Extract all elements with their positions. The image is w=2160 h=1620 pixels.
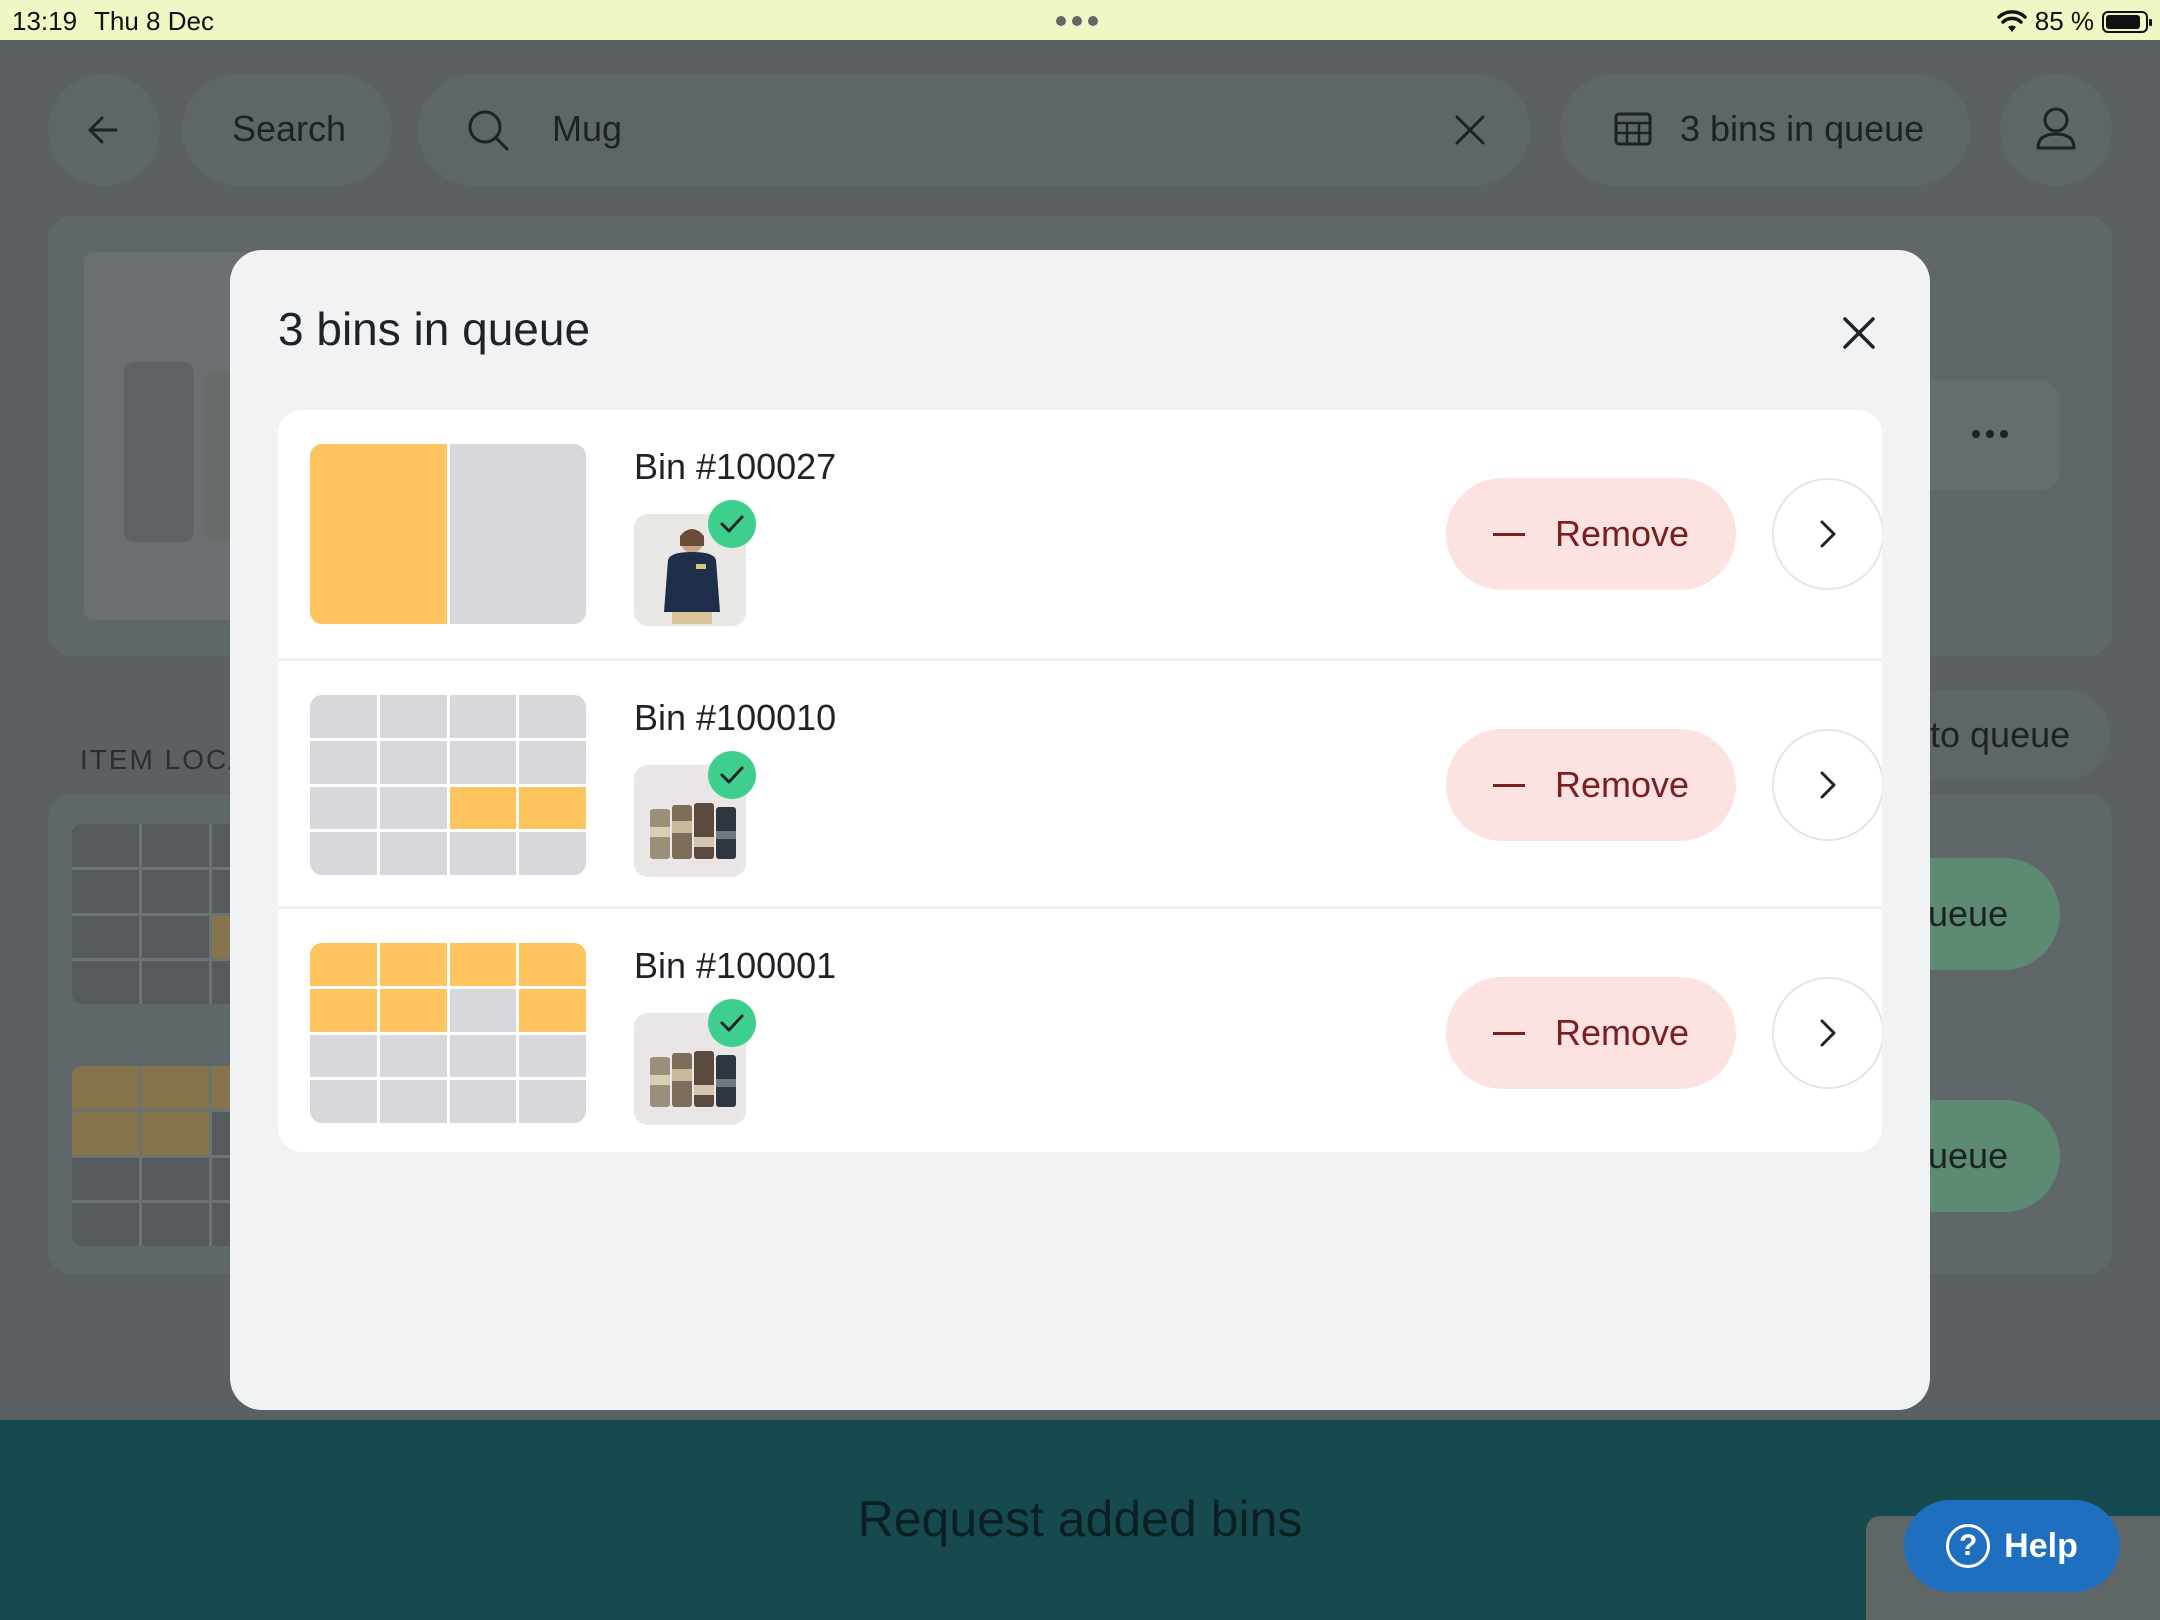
bin-cell-empty (449, 740, 517, 784)
minus-icon (1492, 1031, 1525, 1035)
bin-cell-empty (449, 832, 517, 875)
profile-button[interactable] (2000, 74, 2112, 186)
bin-cell-empty (379, 832, 447, 875)
chevron-right-icon (1820, 520, 1836, 548)
status-bar: 13:19 Thu 8 Dec 85 % (0, 0, 2160, 40)
bin-cell-empty (379, 786, 447, 830)
search-icon (468, 110, 509, 151)
bin-cell-occupied (519, 943, 586, 986)
help-question-icon: ? (1946, 1524, 1991, 1568)
bin-cell-occupied (310, 943, 377, 986)
bin-cell-empty (310, 832, 377, 875)
search-query: Mug (552, 108, 623, 149)
wifi-icon (1996, 9, 2027, 32)
bin-grid-icon (1614, 112, 1652, 146)
bin-name: Bin #100010 (634, 697, 837, 738)
help-button[interactable]: ? Help (1904, 1500, 2120, 1592)
bin-cell-empty (379, 1034, 447, 1078)
bin-cell-empty (379, 740, 447, 784)
remove-button[interactable]: Remove (1446, 977, 1736, 1089)
bin-grid (310, 943, 586, 1123)
multitasking-dots-icon[interactable] (1056, 16, 1098, 26)
bin-cell-empty (449, 444, 586, 624)
check-icon (708, 751, 756, 799)
chevron-right-icon (1820, 1019, 1836, 1047)
bin-grid (310, 695, 586, 875)
bin-row: Bin #100001 Remove (278, 906, 1882, 1152)
bin-cell-empty (519, 740, 586, 784)
bin-cell-occupied (519, 786, 586, 830)
bin-name: Bin #100027 (634, 446, 837, 487)
clear-search-icon[interactable] (1454, 114, 1486, 146)
item-locations-heading: ITEM LOCA (80, 744, 249, 775)
bin-cell-empty (310, 1034, 377, 1078)
bin-grid (310, 444, 586, 624)
arrow-left-icon (88, 116, 118, 144)
queue-button-location-1-label: ueue (1928, 893, 2009, 934)
bin-cell-occupied (449, 786, 517, 830)
bin-cell-empty (310, 1080, 377, 1123)
user-icon (2036, 107, 2076, 150)
queue-modal: 3 bins in queue Bin #100027 Remove Bin #… (230, 250, 1930, 1410)
help-label: Help (2004, 1526, 2078, 1565)
request-bins-bar[interactable]: Request added bins (0, 1420, 2160, 1620)
more-icon (1972, 430, 2008, 438)
minus-icon (1492, 783, 1525, 787)
battery-icon (2102, 10, 2152, 33)
queue-button-location-2-label: ueue (1928, 1135, 2009, 1176)
check-icon (708, 500, 756, 548)
remove-button[interactable]: Remove (1446, 478, 1736, 590)
bin-cell-empty (379, 695, 447, 738)
minus-icon (1492, 532, 1525, 536)
bin-cell-occupied (379, 943, 447, 986)
back-button[interactable] (48, 74, 160, 186)
bin-cell-occupied (310, 444, 447, 624)
remove-label: Remove (1554, 1012, 1690, 1053)
request-bins-label: Request added bins (857, 1491, 1303, 1547)
open-bin-button[interactable] (1772, 478, 1882, 590)
check-icon (708, 999, 756, 1047)
bin-cell-occupied (379, 988, 447, 1032)
bin-cell-empty (519, 832, 586, 875)
remove-button[interactable]: Remove (1446, 729, 1736, 841)
bin-cell-occupied (519, 988, 586, 1032)
open-bin-button[interactable] (1772, 977, 1882, 1089)
bin-cell-occupied (310, 988, 377, 1032)
queue-button[interactable]: 3 bins in queue (1560, 74, 1970, 186)
remove-label: Remove (1554, 513, 1690, 554)
status-time: 13:19 (12, 6, 78, 36)
modal-title: 3 bins in queue (278, 303, 591, 355)
bin-row: Bin #100010 Remove (278, 658, 1882, 904)
bin-cell-empty (519, 1080, 586, 1123)
remove-label: Remove (1554, 764, 1690, 805)
bin-cell-empty (519, 1034, 586, 1078)
bin-cell-empty (449, 988, 517, 1032)
close-icon[interactable] (1832, 306, 1886, 360)
queue-count-label: 3 bins in queue (1680, 108, 1925, 149)
add-to-queue-label: to queue (1930, 714, 2071, 755)
bin-cell-occupied (449, 943, 517, 986)
bin-list: Bin #100027 Remove Bin #100010 Remove Bi… (278, 410, 1882, 1152)
chevron-right-icon (1820, 771, 1836, 799)
bin-cell-empty (519, 695, 586, 738)
bin-cell-empty (379, 1080, 447, 1123)
bin-name: Bin #100001 (634, 945, 837, 986)
bin-cell-empty (310, 740, 377, 784)
bin-cell-empty (310, 786, 377, 830)
bin-row: Bin #100027 Remove (278, 410, 1882, 656)
search-mode-label: Search (232, 108, 347, 149)
bin-cell-empty (310, 695, 377, 738)
battery-percentage: 85 % (2034, 6, 2094, 36)
open-bin-button[interactable] (1772, 729, 1882, 841)
search-mode-button[interactable]: Search (182, 74, 392, 186)
bin-cell-empty (449, 1080, 517, 1123)
status-date: Thu 8 Dec (94, 6, 214, 36)
bin-cell-empty (449, 695, 517, 738)
search-input[interactable]: Mug (418, 74, 1530, 186)
bin-cell-empty (449, 1034, 517, 1078)
